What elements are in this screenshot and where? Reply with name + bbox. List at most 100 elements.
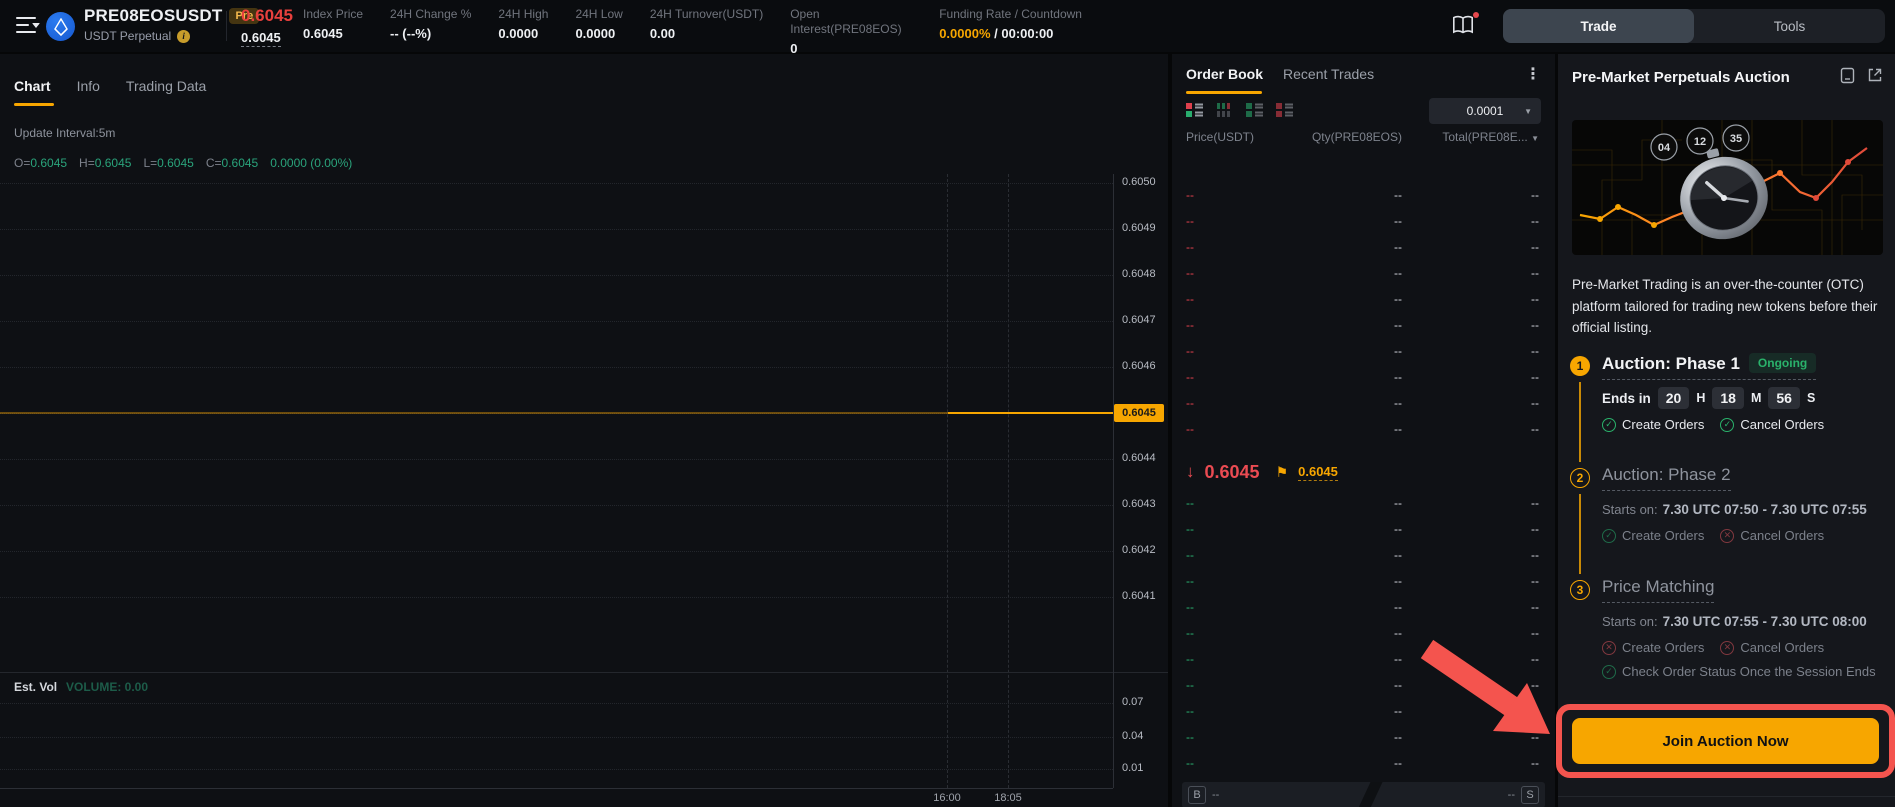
arrow-down-icon: ↓: [1186, 462, 1195, 482]
phase-1-number: 1: [1570, 356, 1590, 376]
phase-1-countdown: Ends in 20H 18M 56S: [1602, 387, 1815, 409]
qty-cell: --: [1272, 370, 1402, 384]
price-cell: --: [1186, 548, 1272, 562]
join-auction-button[interactable]: Join Auction Now: [1572, 718, 1879, 764]
orderbook-row[interactable]: ------: [1172, 208, 1555, 234]
orderbook-view-depth-icon[interactable]: [1216, 102, 1233, 123]
buy-sell-ratio-bar: B -- -- S: [1182, 782, 1545, 807]
tab-tools[interactable]: Tools: [1694, 9, 1885, 43]
ohlc-pair: C=0.6045: [206, 156, 258, 170]
qty-cell: --: [1272, 756, 1402, 770]
orderbook-row[interactable]: ------: [1172, 594, 1555, 620]
orderbook-row[interactable]: ------: [1172, 646, 1555, 672]
header-stats: Index Price0.604524H Change %-- (--%)24H…: [303, 7, 1082, 56]
orderbook-row[interactable]: ------: [1172, 390, 1555, 416]
qty-cell: --: [1272, 574, 1402, 588]
orderbook-row[interactable]: ------: [1172, 490, 1555, 516]
orderbook-view-combined-icon[interactable]: [1186, 102, 1203, 123]
orderbook-guide-icon[interactable]: [1451, 14, 1477, 38]
tab-trade[interactable]: Trade: [1503, 9, 1694, 43]
phase-2-schedule: Starts on:7.30 UTC 07:50 - 7.30 UTC 07:5…: [1602, 502, 1867, 517]
qty-cell: --: [1272, 240, 1402, 254]
info-icon[interactable]: i: [177, 30, 190, 43]
orderbook-panel: Order Book Recent Trades ⋮ 0.0001▼ Price…: [1172, 54, 1555, 807]
orderbook-row[interactable]: ------: [1172, 286, 1555, 312]
ohlc-readout: O=0.6045H=0.6045L=0.6045C=0.60450.0000 (…: [14, 156, 352, 170]
funding-rate-value: 0.0000%: [939, 26, 990, 41]
price-cell: --: [1186, 678, 1272, 692]
orderbook-column-headers: Price(USDT) Qty(PRE08EOS) Total(PRE08E..…: [1172, 130, 1555, 144]
price-axis-line[interactable]: [1113, 174, 1114, 788]
tab-order-book[interactable]: Order Book: [1186, 66, 1263, 82]
orderbook-row[interactable]: ------: [1172, 672, 1555, 698]
qty-cell: --: [1272, 318, 1402, 332]
price-axis-tick: 0.6042: [1122, 544, 1156, 556]
orderbook-row[interactable]: ------: [1172, 698, 1555, 724]
chart-panel: Chart Info Trading Data Update Interval:…: [0, 54, 1168, 807]
chart-gridline-horizontal: [0, 275, 1113, 276]
orderbook-row[interactable]: ------: [1172, 182, 1555, 208]
column-total[interactable]: Total(PRE08E... ▼: [1402, 130, 1539, 144]
total-cell: --: [1402, 496, 1539, 510]
qty-cell: --: [1272, 730, 1402, 744]
chart-gridline-horizontal: [0, 321, 1113, 322]
chart-gridline-vertical: [1008, 174, 1009, 788]
orderbook-row[interactable]: ------: [1172, 364, 1555, 390]
orderbook-row[interactable]: ------: [1172, 724, 1555, 750]
phase-1-title[interactable]: Auction: Phase 1Ongoing: [1602, 353, 1816, 380]
last-traded-price-row: ↓ 0.6045 ⚑ 0.6045: [1186, 452, 1338, 492]
stat-label: Open Interest(PRE08EOS): [790, 7, 912, 37]
ohlc-key: H=: [79, 156, 95, 170]
qty-cell: --: [1272, 496, 1402, 510]
price-cell: --: [1186, 756, 1272, 770]
phase-2-title[interactable]: Auction: Phase 2: [1602, 465, 1731, 491]
orderbook-row[interactable]: ------: [1172, 542, 1555, 568]
qty-cell: --: [1272, 600, 1402, 614]
tab-info[interactable]: Info: [77, 78, 100, 94]
tab-trading-data[interactable]: Trading Data: [126, 78, 206, 94]
price-axis-tick: 0.6041: [1122, 590, 1156, 602]
ohlc-pair: L=0.6045: [143, 156, 193, 170]
orderbook-row[interactable]: ------: [1172, 234, 1555, 260]
tick-size-dropdown[interactable]: 0.0001▼: [1429, 98, 1541, 124]
stat-value: 0.6045: [303, 26, 363, 41]
sell-label: S: [1521, 786, 1539, 804]
volume-axis-tick: 0.07: [1122, 696, 1143, 708]
last-traded-price: 0.6045: [1205, 462, 1260, 483]
ohlc-key: L=: [143, 156, 157, 170]
check-circle-icon: ✓: [1602, 665, 1616, 679]
ohlc-value: 0.6045: [95, 156, 132, 170]
phase-3-title[interactable]: Price Matching: [1602, 577, 1714, 603]
mark-price[interactable]: 0.6045: [241, 30, 281, 47]
header-divider: [226, 11, 227, 41]
orderbook-row[interactable]: ------: [1172, 338, 1555, 364]
hamburger-menu-icon[interactable]: [16, 17, 38, 35]
symbol-name[interactable]: PRE08EOSUSDT: [84, 6, 222, 26]
more-options-icon[interactable]: ⋮: [1525, 64, 1541, 84]
price-cell: --: [1186, 266, 1272, 280]
tab-recent-trades[interactable]: Recent Trades: [1283, 66, 1374, 82]
orderbook-row[interactable]: ------: [1172, 416, 1555, 442]
auction-banner-image: 04 12 35: [1572, 120, 1883, 255]
price-cell: --: [1186, 370, 1272, 384]
orderbook-row[interactable]: ------: [1172, 260, 1555, 286]
contract-icon[interactable]: [1840, 67, 1855, 84]
volume-value: VOLUME: 0.00: [66, 680, 148, 694]
trading-app: PRE08EOSUSDT Pre USDT Perpetual i 0.6045…: [0, 0, 1895, 807]
orderbook-view-asks-icon[interactable]: [1276, 102, 1293, 123]
external-link-icon[interactable]: [1867, 67, 1883, 83]
orderbook-row[interactable]: ------: [1172, 516, 1555, 542]
orderbook-row[interactable]: ------: [1172, 620, 1555, 646]
price-cell: --: [1186, 240, 1272, 254]
price-cell: --: [1186, 396, 1272, 410]
mark-price-link[interactable]: 0.6045: [1298, 464, 1338, 481]
orderbook-row[interactable]: ------: [1172, 750, 1555, 776]
price-axis-tick: 0.6049: [1122, 222, 1156, 234]
orderbook-row[interactable]: ------: [1172, 312, 1555, 338]
ohlc-key: C=: [206, 156, 222, 170]
last-price-line: [948, 412, 1113, 414]
orderbook-row[interactable]: ------: [1172, 568, 1555, 594]
phase-3-number: 3: [1570, 580, 1590, 600]
tab-chart[interactable]: Chart: [14, 78, 51, 94]
orderbook-view-bids-icon[interactable]: [1246, 102, 1263, 123]
